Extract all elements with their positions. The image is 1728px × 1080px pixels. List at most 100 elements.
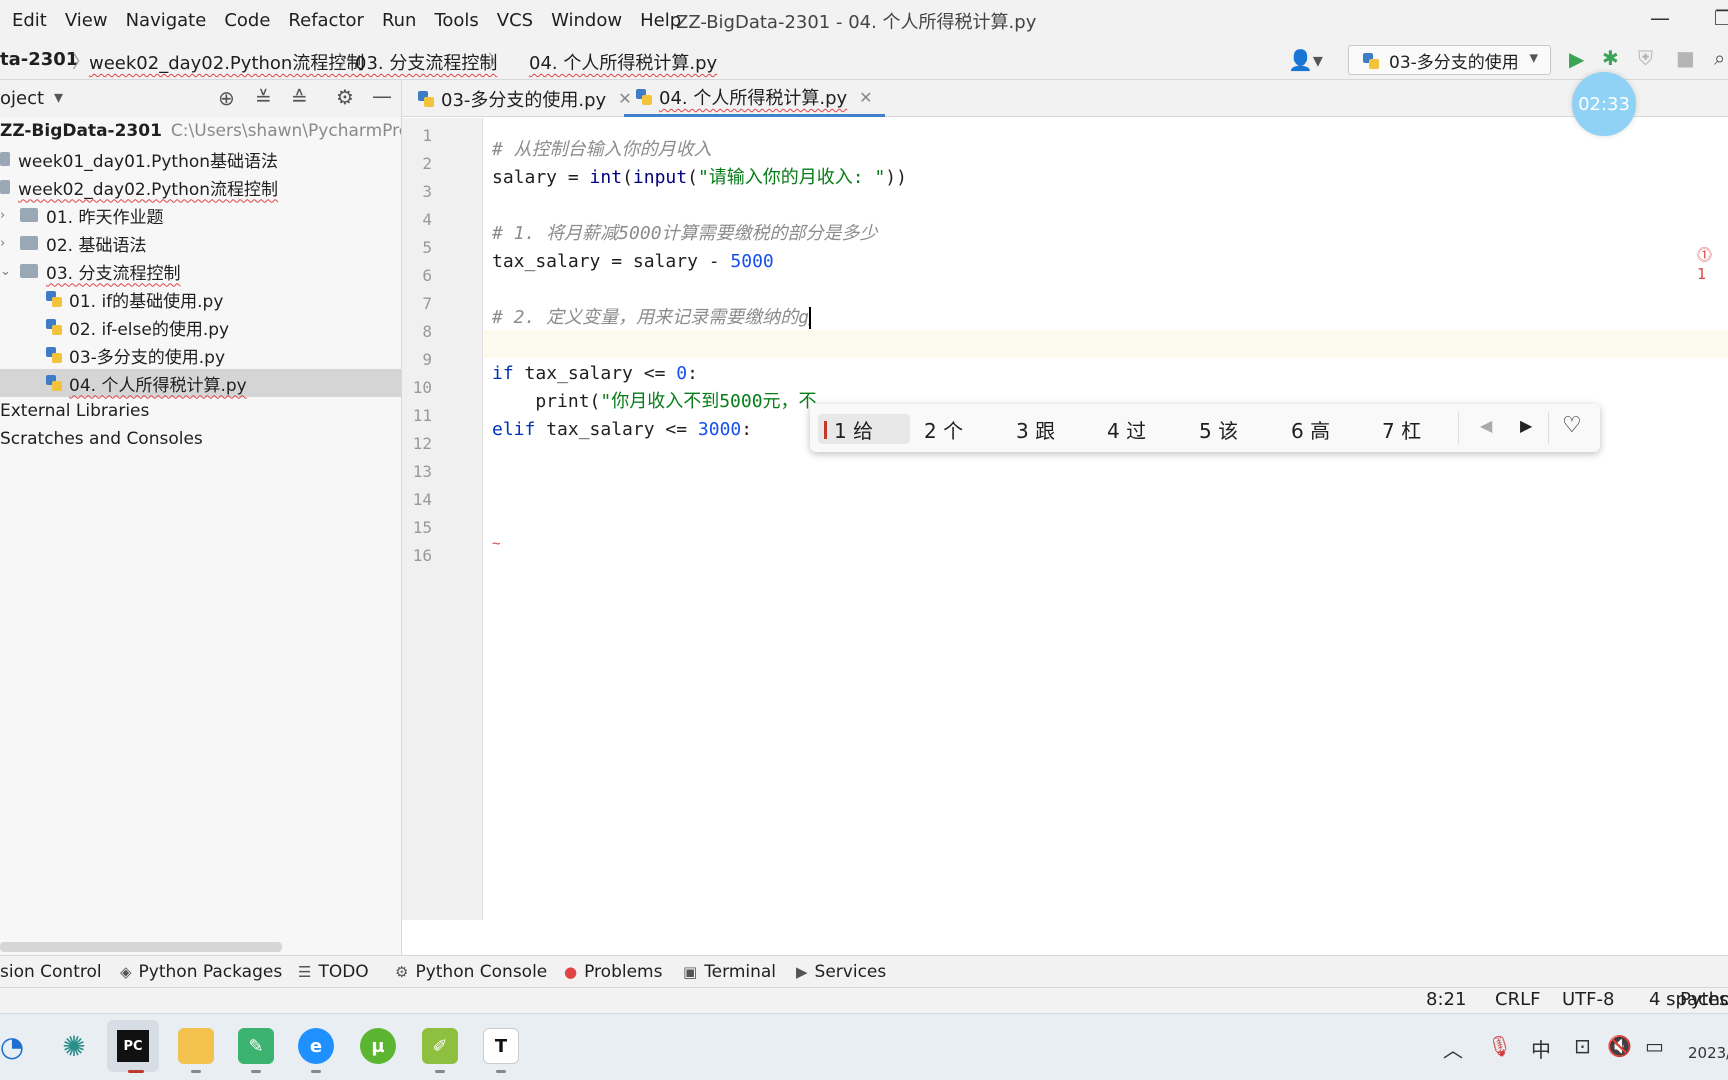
clock-date[interactable]: 2023/ [1688, 1044, 1728, 1062]
file-encoding[interactable]: UTF-8 [1562, 989, 1614, 1010]
next-page-icon[interactable]: ▶ [1520, 416, 1532, 435]
python-interpreter[interactable]: Pytho [1680, 989, 1728, 1010]
tool-tab-python-console[interactable]: ⚙ Python Console [395, 962, 547, 982]
tree-item-scratches[interactable]: Scratches and Consoles [0, 425, 401, 453]
chevron-down-icon[interactable]: ▾ [54, 87, 63, 108]
run-configuration-label: 03-多分支的使用 [1389, 52, 1519, 73]
favorite-icon[interactable]: ♡ [1562, 413, 1582, 438]
tree-item-external-libraries[interactable]: External Libraries [0, 397, 401, 425]
battery-icon[interactable]: ▭ [1645, 1034, 1664, 1058]
gear-icon[interactable]: ⚙ [336, 85, 354, 109]
close-icon[interactable]: ✕ [859, 88, 872, 107]
tree-root[interactable]: ZZ-BigData-2301 C:\Users\shawn\PycharmPr… [0, 117, 401, 145]
ime-candidate-4[interactable]: 4 过 [1107, 414, 1146, 444]
search-icon[interactable]: ⌕ [1714, 46, 1725, 70]
edge-browser-icon[interactable]: e [298, 1028, 334, 1064]
code-token: tax_salary <= [513, 363, 677, 384]
app-icon-spiral[interactable]: ✺ [56, 1028, 92, 1064]
menu-vcs[interactable]: VCS [491, 10, 539, 31]
project-panel-title[interactable]: oject [0, 88, 44, 109]
locate-icon[interactable]: ⊕ [218, 86, 235, 110]
typora-icon[interactable]: T [483, 1028, 519, 1064]
tree-item-file-if-else[interactable]: 02. if-else的使用.py [0, 313, 401, 341]
menu-refactor[interactable]: Refactor [282, 10, 370, 31]
ime-candidate-2[interactable]: 2 个 [924, 414, 963, 444]
pycharm-taskbar-button[interactable]: PC [107, 1020, 159, 1072]
breadcrumb-week02[interactable]: week02_day02.Python流程控制 [89, 49, 364, 75]
tree-item-file-multi-branch[interactable]: 03-多分支的使用.py [0, 341, 401, 369]
menu-navigate[interactable]: Navigate [120, 10, 213, 31]
notepad-icon[interactable]: ✐ [422, 1028, 458, 1064]
menu-run[interactable]: Run [376, 10, 423, 31]
expand-all-icon[interactable]: ≚ [255, 86, 272, 110]
chevron-right-icon: 〉 [72, 52, 90, 73]
utorrent-icon[interactable]: µ [360, 1028, 396, 1064]
menu-code[interactable]: Code [218, 10, 276, 31]
minimize-icon[interactable]: — [1650, 6, 1670, 30]
collapse-all-icon[interactable]: ≙ [291, 86, 308, 110]
menu-window[interactable]: Window [545, 10, 628, 31]
tree-item-file-if-basic[interactable]: 01. if的基础使用.py [0, 285, 401, 313]
timer-bubble[interactable]: 02:33 [1572, 72, 1636, 136]
ime-candidate-1[interactable]: 1 给 [818, 414, 910, 444]
tool-tab-services[interactable]: ▶ Services [796, 962, 886, 982]
tree-item-week02[interactable]: week02_day02.Python流程控制 [0, 173, 401, 201]
code-token: print( [492, 391, 601, 412]
debug-icon[interactable]: ✱ [1602, 46, 1619, 70]
tab-tax[interactable]: 04. 个人所得税计算.py ✕ [624, 80, 885, 117]
tool-tab-python-packages[interactable]: ◈ Python Packages [120, 962, 282, 982]
chevron-right-icon[interactable]: › [0, 236, 14, 251]
run-configuration-select[interactable]: 03-多分支的使用 ▾ [1348, 45, 1551, 75]
line-separator[interactable]: CRLF [1495, 989, 1540, 1010]
tree-item-week01[interactable]: week01_day01.Python基础语法 [0, 145, 401, 173]
breadcrumb-project[interactable]: ta-2301 [0, 49, 78, 70]
breadcrumb-file[interactable]: 04. 个人所得税计算.py [529, 49, 717, 75]
tree-item-basic-syntax[interactable]: › 02. 基础语法 [0, 229, 401, 257]
tool-tab-terminal[interactable]: ▣ Terminal [683, 962, 776, 982]
tree-root-path: C:\Users\shawn\PycharmProject [170, 121, 401, 141]
chevron-up-icon[interactable]: ︿ [1443, 1034, 1463, 1063]
search-icon[interactable]: ◔ [0, 1028, 30, 1064]
caret-position[interactable]: 8:21 [1426, 989, 1466, 1010]
restore-icon[interactable]: ❐ [1714, 6, 1728, 30]
tool-tab-todo[interactable]: ☰ TODO [298, 962, 369, 982]
stop-icon[interactable]: ■ [1676, 46, 1695, 70]
code-line-11: print("你月收入不到5000元，不 [492, 388, 816, 416]
ime-candidate-7[interactable]: 7 杠 [1382, 414, 1421, 444]
coverage-icon[interactable]: ⛨ [1638, 46, 1653, 70]
previous-page-icon[interactable]: ◀ [1480, 416, 1492, 435]
chevron-right-icon[interactable]: › [0, 208, 14, 223]
tool-tab-version-control[interactable]: sion Control [0, 962, 102, 982]
hide-panel-icon[interactable]: — [372, 84, 392, 108]
tree-item-homework[interactable]: › 01. 昨天作业题 [0, 201, 401, 229]
tool-tab-label: Python Packages [138, 962, 283, 982]
volume-muted-icon[interactable]: 🔇 [1607, 1034, 1632, 1058]
tool-tab-problems[interactable]: ● Problems [564, 962, 662, 982]
line-number: 9 [422, 350, 432, 369]
ime-candidate-6[interactable]: 6 高 [1291, 414, 1330, 444]
tree-item-file-tax[interactable]: 04. 个人所得税计算.py [0, 369, 401, 397]
chevron-down-icon[interactable]: ⌄ [0, 264, 14, 279]
menu-edit[interactable]: Edit [6, 10, 53, 31]
breadcrumb-branch-folder[interactable]: 03. 分支流程控制 [355, 49, 497, 75]
horizontal-scrollbar[interactable] [0, 942, 282, 952]
network-icon[interactable]: ⊡ [1574, 1034, 1591, 1058]
file-explorer-icon[interactable] [178, 1028, 214, 1064]
app-icon-green[interactable]: ✎ [238, 1028, 274, 1064]
menu-view[interactable]: View [59, 10, 114, 31]
line-number: 16 [412, 546, 432, 565]
microphone-icon[interactable]: 🎙 [1487, 1034, 1512, 1058]
ime-candidate-5[interactable]: 5 该 [1199, 414, 1238, 444]
run-icon[interactable]: ▶ [1569, 47, 1584, 71]
user-account-icon[interactable]: 👤▾ [1288, 48, 1323, 72]
tree-item-label: week02_day02.Python流程控制 [18, 179, 279, 200]
menu-tools[interactable]: Tools [428, 10, 484, 31]
ime-candidate-3[interactable]: 3 跟 [1016, 414, 1055, 444]
tab-multi-branch[interactable]: 03-多分支的使用.py ✕ [406, 80, 644, 117]
folder-icon [20, 208, 38, 222]
tool-tab-label: Problems [584, 962, 663, 982]
code-editor[interactable]: # 从控制台输入你的月收入 salary = int(input("请输入你的月… [484, 118, 1728, 920]
error-indicator[interactable]: ⓵ 1 [1697, 244, 1728, 283]
ime-mode-indicator[interactable]: 中 [1531, 1034, 1551, 1063]
tree-item-branch-control[interactable]: ⌄ 03. 分支流程控制 [0, 257, 401, 285]
